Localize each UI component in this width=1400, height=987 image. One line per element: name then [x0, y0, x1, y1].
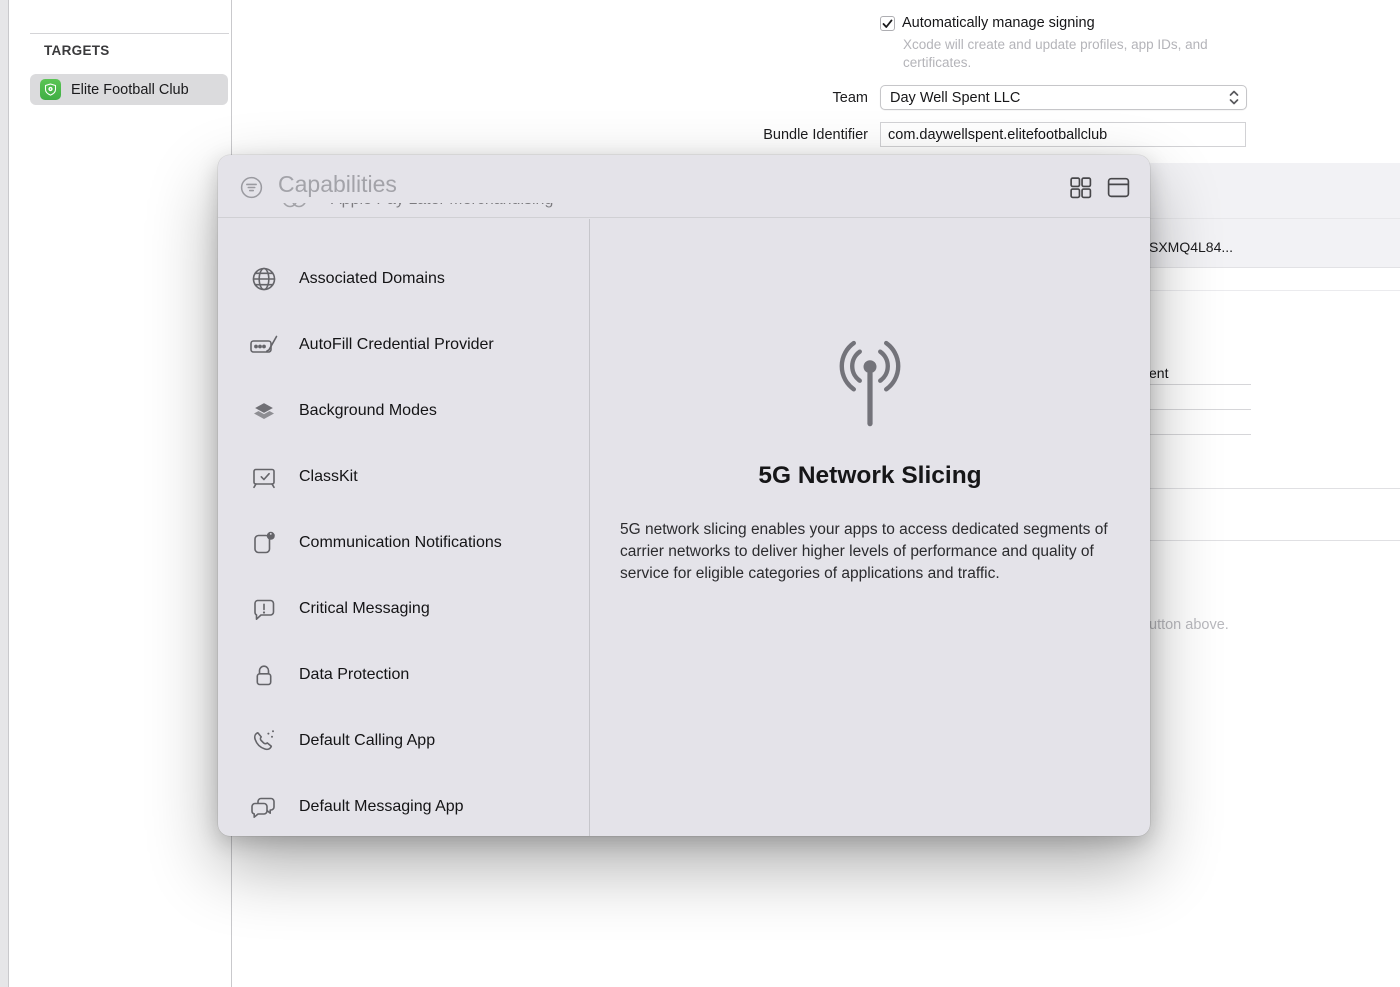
bundle-identifier-label: Bundle Identifier — [700, 127, 868, 143]
section-divider — [1149, 540, 1400, 541]
bundle-identifier-input[interactable] — [880, 122, 1246, 147]
team-dropdown-value: Day Well Spent LLC — [890, 90, 1228, 106]
capability-label: ClassKit — [299, 468, 358, 486]
capabilities-list: Associated Domains AutoFill Credential Pr… — [218, 219, 590, 836]
signing-certificate-fragment: SXMQ4L84... — [1149, 239, 1233, 255]
capability-label: Data Protection — [299, 666, 409, 684]
capability-detail-pane: 5G Network Slicing 5G network slicing en… — [590, 219, 1150, 836]
capabilities-hint-fragment: utton above. — [1149, 617, 1229, 633]
sidebar-divider — [30, 33, 229, 34]
capability-item-layers[interactable]: Background Modes — [218, 378, 589, 444]
globe-icon — [248, 264, 280, 294]
alert-bubble-icon — [248, 594, 280, 624]
team-dropdown[interactable]: Day Well Spent LLC — [880, 85, 1247, 110]
auto-manage-signing-label[interactable]: Automatically manage signing — [902, 15, 1095, 31]
capability-label: Apple Pay Later Merchandising — [331, 203, 553, 209]
capability-item-phone[interactable]: Default Calling App — [218, 708, 589, 774]
capability-label: Communication Notifications — [299, 534, 502, 552]
field-text-fragment: ent — [1149, 365, 1168, 381]
sidebar-item-target[interactable]: Elite Football Club — [30, 74, 228, 105]
capability-label: Background Modes — [299, 402, 437, 420]
grid-view-icon[interactable] — [1068, 175, 1093, 205]
single-pane-view-icon[interactable] — [1106, 175, 1131, 205]
app-badge-icon — [248, 528, 280, 558]
capability-label: AutoFill Credential Provider — [299, 336, 494, 354]
capability-item-alert-bubble[interactable]: Critical Messaging — [218, 576, 589, 642]
chat-bubbles-icon — [248, 792, 280, 822]
classkit-icon — [248, 462, 280, 492]
capability-item-chat-bubbles[interactable]: Default Messaging App — [218, 774, 589, 836]
autofill-icon — [248, 330, 280, 360]
apple-pay-icon — [278, 203, 310, 215]
capabilities-popup-header: Capabilities Apple Pay Later Merchandisi… — [218, 155, 1150, 218]
capability-detail-title: 5G Network Slicing — [590, 462, 1150, 490]
capability-item-classkit[interactable]: ClassKit — [218, 444, 589, 510]
antenna-radiowaves-icon — [590, 339, 1150, 431]
section-divider — [1149, 488, 1400, 489]
phone-icon — [248, 726, 280, 756]
target-name: Elite Football Club — [71, 82, 189, 98]
filter-circle-icon — [238, 174, 265, 206]
section-divider — [1149, 290, 1400, 291]
capabilities-popup: Capabilities Apple Pay Later Merchandisi… — [218, 155, 1150, 836]
field-underline — [1149, 409, 1251, 410]
dropdown-chevrons-icon — [1228, 89, 1240, 106]
capability-item-autofill[interactable]: AutoFill Credential Provider — [218, 312, 589, 378]
capability-label: Critical Messaging — [299, 600, 430, 618]
layers-icon — [248, 396, 280, 426]
capability-label: Default Calling App — [299, 732, 435, 750]
clipped-capability-item: Apple Pay Later Merchandising — [248, 203, 588, 216]
window-left-rail — [0, 0, 9, 987]
project-editor-sidebar: TARGETS Elite Football Club — [10, 0, 231, 987]
soccer-shield-app-icon — [40, 79, 61, 100]
capability-item-lock[interactable]: Data Protection — [218, 642, 589, 708]
capability-item-globe[interactable]: Associated Domains — [218, 246, 589, 312]
field-underline — [1149, 384, 1251, 385]
row-divider — [1149, 218, 1400, 219]
capability-label: Associated Domains — [299, 270, 445, 288]
capability-label: Default Messaging App — [299, 798, 464, 816]
capability-item-app-badge[interactable]: Communication Notifications — [218, 510, 589, 576]
auto-manage-signing-checkbox[interactable] — [880, 16, 895, 31]
capabilities-filter-placeholder[interactable]: Capabilities — [278, 171, 397, 198]
targets-section-header: TARGETS — [44, 43, 110, 58]
field-underline — [1149, 434, 1251, 435]
capability-detail-description: 5G network slicing enables your apps to … — [620, 519, 1126, 585]
checkmark-icon — [882, 19, 893, 29]
team-label: Team — [700, 90, 868, 106]
auto-manage-signing-help: Xcode will create and update profiles, a… — [903, 36, 1251, 71]
lock-icon — [248, 660, 280, 690]
